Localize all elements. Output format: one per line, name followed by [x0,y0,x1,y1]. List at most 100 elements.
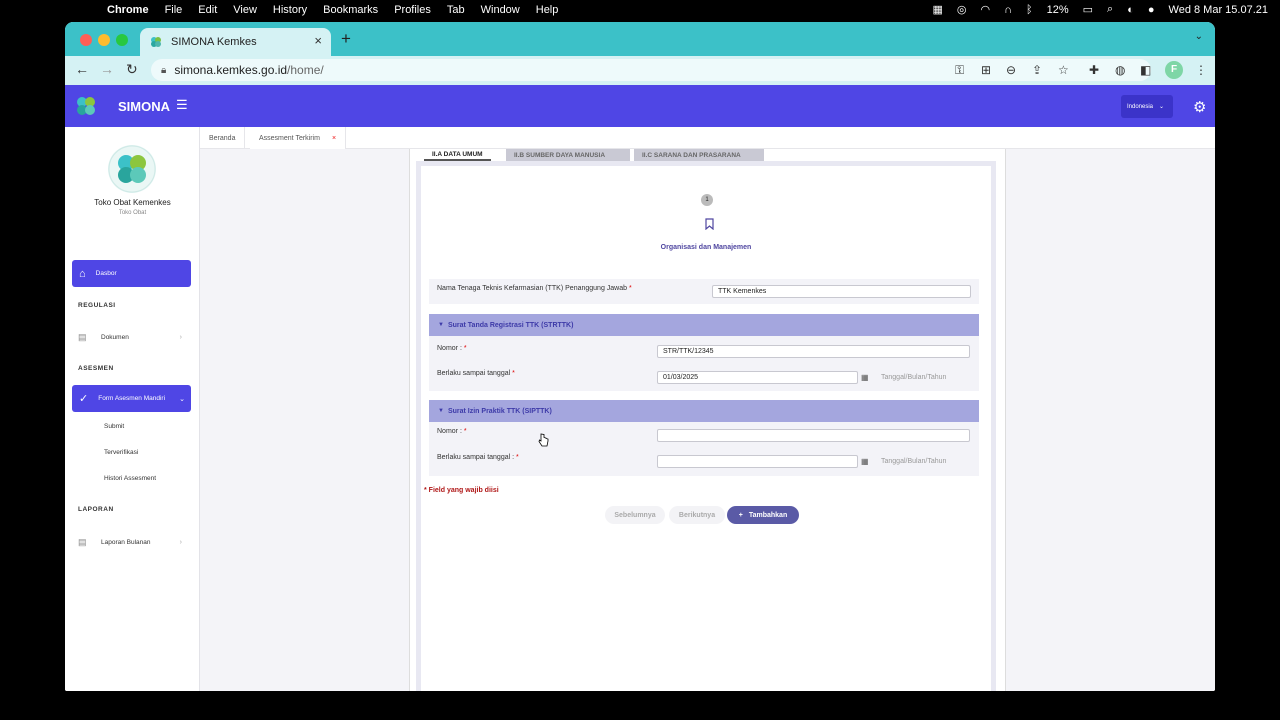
bookmark-star-icon[interactable]: ☆ [1058,63,1069,77]
key-icon[interactable]: ⚿ [955,63,964,78]
battery-percent: 12% [1046,3,1069,16]
extensions-icon[interactable]: ✚ [1089,63,1099,77]
next-button[interactable]: Berikutnya [669,506,725,524]
sidebar-item-label: Dokumen [101,334,129,341]
sipttk-nomor-field[interactable] [657,429,970,442]
airdrop-icon[interactable]: ◎ [957,3,967,16]
battery-icon[interactable]: ▭ [1083,3,1093,16]
previous-button[interactable]: Sebelumnya [605,506,665,524]
minimize-window-button[interactable] [98,34,110,46]
sidebar-sub-terverifikasi[interactable]: Terverifikasi [104,449,138,456]
share-icon[interactable]: ⇪ [1032,63,1042,77]
caret-down-icon: ▼ [438,408,444,414]
tab-label: Beranda [209,134,236,142]
step-label: Organisasi dan Manajemen [660,244,752,251]
menu-tab[interactable]: Tab [447,4,465,16]
page-tabs: Beranda Assesment Terkirim × [200,127,1215,149]
headphones-icon[interactable]: ∩ [1004,4,1012,16]
sipttk-header-label: Surat Izin Praktik TTK (SIPTTK) [447,407,552,415]
sidebar-item-dokumen[interactable]: ▤ Dokumen › [78,332,188,343]
menu-app[interactable]: Chrome [107,4,149,16]
side-panel-icon[interactable]: ◧ [1140,63,1151,77]
menu-profiles[interactable]: Profiles [394,4,431,16]
more-menu-icon[interactable]: ⋮ [1195,63,1207,77]
main-content: Beranda Assesment Terkirim × II.A DATA U… [200,127,1215,691]
date-format-hint: Tanggal/Bulan/Tahun [881,374,947,381]
new-tab-icon[interactable]: + [341,29,351,49]
wifi-icon[interactable]: ◠ [980,3,990,16]
close-tab-icon[interactable]: × [314,33,322,48]
menu-file[interactable]: File [165,4,183,16]
simona-logo-icon[interactable] [74,94,98,118]
sipttk-date-field[interactable] [657,455,858,468]
sipttk-nomor-label: Nomor : * [437,428,467,435]
sidebar-item-laporan-bulanan[interactable]: ▤ Laporan Bulanan › [78,537,188,548]
close-tab-icon[interactable]: × [332,135,336,142]
forward-icon[interactable]: → [100,61,114,77]
calendar-icon[interactable]: ▦ [932,3,942,16]
calendar-icon[interactable]: ▦ [861,457,869,466]
sipttk-group-header[interactable]: ▼ Surat Izin Praktik TTK (SIPTTK) [429,400,979,422]
sidebar: Toko Obat Kemenkes Toko Obat ⌂ Dasbor RE… [65,127,200,691]
section-laporan: LAPORAN [78,506,114,513]
menu-help[interactable]: Help [536,4,559,16]
ttk-row: Nama Tenaga Teknis Kefarmasian (TTK) Pen… [429,279,979,304]
extension-icon[interactable]: ◍ [1115,63,1125,77]
sidebar-sub-histori[interactable]: Histori Assesment [104,475,156,482]
strttk-group-header[interactable]: ▼ Surat Tanda Registrasi TTK (STRTTK) [429,314,979,336]
strttk-header-label: Surat Tanda Registrasi TTK (STRTTK) [447,321,574,329]
menu-bookmarks[interactable]: Bookmarks [323,4,378,16]
sidebar-item-dasbor[interactable]: ⌂ Dasbor [72,260,191,287]
menu-view[interactable]: View [233,4,257,16]
sidebar-item-label: Dasbor [95,270,117,277]
strttk-nomor-label: Nomor : * [437,345,467,352]
menu-history[interactable]: History [273,4,307,16]
strttk-nomor-field[interactable]: STR/TTK/12345 [657,345,970,358]
browser-window: SIMONA Kemkes × + ⌄ ← → ↻ 🔒︎ simona.kemk… [65,22,1215,691]
language-select[interactable]: Indonesia ⌄ [1121,95,1173,118]
sipttk-berlaku-label: Berlaku sampai tanggal : * [437,454,519,461]
chevron-right-icon: › [179,334,182,341]
tab-search-chevron-icon[interactable]: ⌄ [1195,31,1203,42]
chevron-down-icon: ⌄ [179,395,185,403]
calendar-icon[interactable]: ▦ [861,373,869,382]
siri-icon[interactable]: ● [1148,4,1155,16]
section-tab-data-umum[interactable]: II.A DATA UMUM [424,149,491,161]
check-circle-icon: ✓ [79,393,89,405]
section-asesmen: ASESMEN [78,365,114,372]
strttk-date-field[interactable]: 01/03/2025 [657,371,858,384]
browser-toolbar: ← → ↻ 🔒︎ simona.kemkes.go.id/home/ ⚿ ⊞ ⊖… [65,56,1215,85]
browser-tab[interactable]: SIMONA Kemkes × [140,28,331,56]
hand-cursor-icon [538,433,549,447]
close-window-button[interactable] [80,34,92,46]
menu-edit[interactable]: Edit [198,4,217,16]
report-icon: ▤ [78,537,87,547]
spotlight-search-icon[interactable]: ⌕ [1107,3,1113,16]
menu-clock[interactable]: Wed 8 Mar 15.07.21 [1169,4,1268,16]
control-center-icon[interactable]: ◐ [1127,4,1134,16]
tab-assesment-terkirim[interactable]: Assesment Terkirim × [250,127,347,149]
ttk-name-field[interactable]: TTK Kemenkes [712,285,971,298]
zoom-icon[interactable]: ⊖ [1006,63,1016,77]
settings-gear-icon[interactable]: ⚙ [1193,98,1206,116]
sidebar-item-form-asesmen[interactable]: ✓ Form Asesmen Mandiri ⌄ [72,385,191,412]
maximize-window-button[interactable] [116,34,128,46]
add-button[interactable]: + Tambahkan [727,506,799,524]
translate-icon[interactable]: ⊞ [981,63,991,77]
assessment-form: 1 Organisasi dan Manajemen Nama Tenaga T… [416,161,996,691]
address-bar[interactable]: 🔒︎ simona.kemkes.go.id/home/ [151,59,1151,81]
tab-strip: SIMONA Kemkes × + ⌄ [65,22,1215,56]
profile-avatar[interactable]: F [1165,61,1183,79]
menu-window[interactable]: Window [481,4,520,16]
back-icon[interactable]: ← [75,61,89,77]
section-tab-sdm[interactable]: II.B SUMBER DAYA MANUSIA [506,149,630,161]
sidebar-sub-submit[interactable]: Submit [104,423,124,430]
lock-icon[interactable]: 🔒︎ [161,65,166,76]
bluetooth-icon[interactable]: ᛒ [1026,4,1033,16]
reload-icon[interactable]: ↻ [126,61,138,78]
kemkes-favicon-icon [151,37,161,47]
tab-beranda[interactable]: Beranda [200,127,246,149]
hamburger-menu-icon[interactable]: ☰ [176,97,188,113]
app-brand[interactable]: SIMONA [118,99,170,114]
section-tab-sarana[interactable]: II.C SARANA DAN PRASARANA [634,149,764,161]
